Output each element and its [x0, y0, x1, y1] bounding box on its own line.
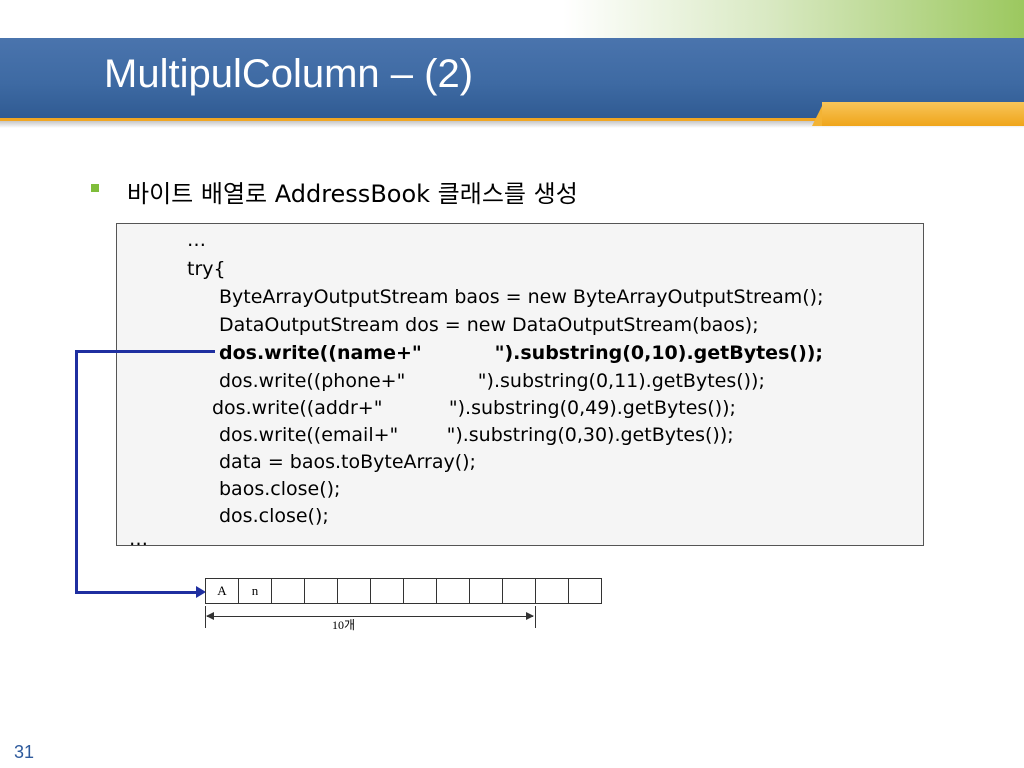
code-line: DataOutputStream dos = new DataOutputStr… — [219, 314, 759, 336]
code-line: dos.write((addr+" ").substring(0,49).get… — [212, 397, 736, 419]
code-line: dos.close(); — [219, 505, 329, 527]
code-line: ByteArrayOutputStream baos = new ByteArr… — [219, 286, 824, 308]
byte-cell — [304, 578, 338, 604]
code-line: data = baos.toByteArray(); — [219, 451, 476, 473]
code-line: dos.write((email+" ").substring(0,30).ge… — [219, 424, 734, 446]
code-line: … — [129, 528, 148, 550]
accent-line — [0, 118, 822, 121]
connector-line-vertical — [75, 350, 78, 594]
dimension-line — [207, 616, 533, 617]
connector-line-bottom — [75, 591, 197, 594]
code-box: … try{ ByteArrayOutputStream baos = new … — [116, 223, 924, 550]
code-line: … — [187, 229, 206, 251]
dimension-tick-right — [535, 606, 536, 628]
code-line-highlighted: dos.write((name+" ").substring(0,10).get… — [219, 342, 824, 364]
code-line: try{ — [187, 258, 226, 280]
byte-cell — [535, 578, 569, 604]
byte-cell — [568, 578, 602, 604]
bullet-square-icon — [91, 184, 99, 192]
arrow-right-icon — [526, 612, 534, 620]
byte-cell — [469, 578, 503, 604]
dimension-label: 10개 — [332, 618, 356, 632]
accent-tab — [822, 102, 1024, 126]
byte-cell — [370, 578, 404, 604]
connector-line-top — [75, 350, 215, 353]
page-number: 31 — [14, 742, 35, 762]
byte-cell — [502, 578, 536, 604]
byte-cell: n — [238, 578, 272, 604]
bullet-text: 바이트 배열로 AddressBook 클래스를 생성 — [127, 180, 578, 208]
code-line: dos.write((phone+" ").substring(0,11).ge… — [219, 370, 765, 392]
slide-title: MultipulColumn – (2) — [104, 52, 474, 96]
byte-cell: A — [205, 578, 239, 604]
byte-cell — [403, 578, 437, 604]
byte-cell — [436, 578, 470, 604]
arrow-left-icon — [206, 612, 214, 620]
byte-cell — [337, 578, 371, 604]
header-gradient-strip — [0, 0, 1024, 38]
code-line: baos.close(); — [219, 478, 341, 500]
byte-cell — [271, 578, 305, 604]
byte-array-row: A n — [205, 578, 602, 604]
